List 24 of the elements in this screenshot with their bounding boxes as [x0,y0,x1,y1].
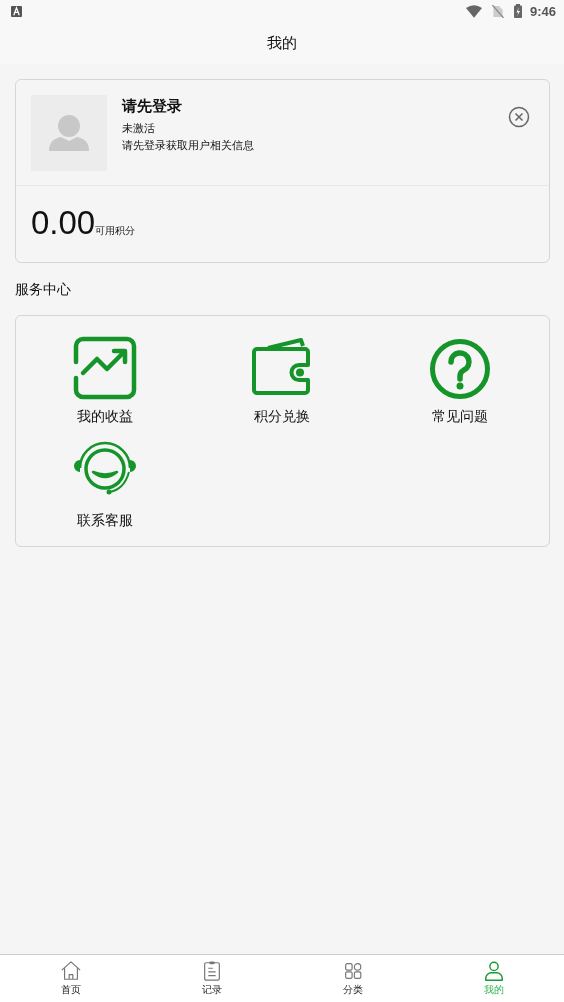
section-title: 服务中心 [15,281,72,299]
nav-tab[interactable]: 分类 [282,955,423,1002]
battery-icon [513,4,522,18]
page-title: 我的 [267,33,297,53]
close-icon[interactable] [508,106,530,128]
home-icon [59,960,82,982]
wifi-icon [465,4,482,18]
service-label[interactable]: 常见问题 [432,408,489,426]
service-label[interactable]: 联系客服 [76,512,133,530]
service-label[interactable]: 我的收益 [76,408,133,426]
account-status: 未激活 [122,121,156,136]
avatar-icon [31,95,107,171]
login-hint: 请先登录获取用户相关信息 [122,138,255,153]
service-label[interactable]: 积分兑换 [254,408,311,426]
trend-chart-icon[interactable] [71,336,138,402]
login-prompt: 请先登录 [122,97,183,116]
notification-icon [11,5,22,17]
no-sim-icon [489,4,506,18]
user-icon [482,960,505,982]
nav-tab[interactable]: 记录 [141,955,282,1002]
nav-tab[interactable]: 首页 [0,955,141,1002]
points-label: 可用积分 [95,225,136,238]
points-value: 0.00 [31,204,96,242]
status-time: 9:46 [529,3,556,19]
